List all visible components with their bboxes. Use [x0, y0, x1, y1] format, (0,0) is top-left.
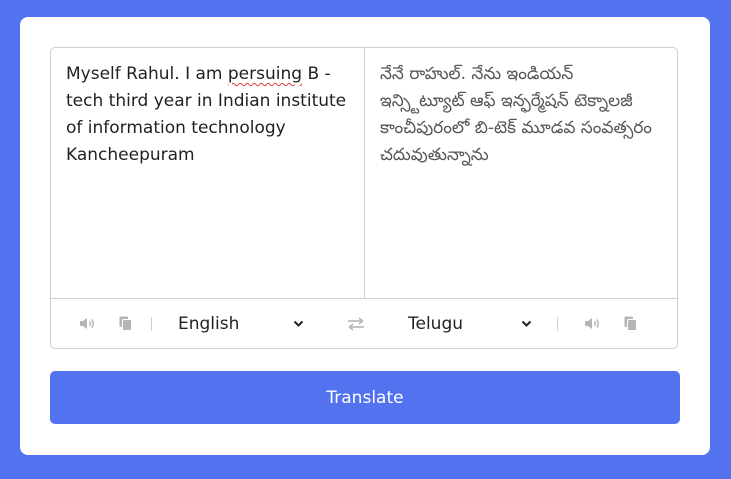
controls-bar: English Telugu	[51, 298, 677, 348]
separator	[557, 316, 558, 331]
exchange-icon[interactable]	[346, 314, 366, 334]
text-panes: Myself Rahul. I am persuing B -tech thir…	[51, 48, 677, 298]
translate-button[interactable]: Translate	[50, 371, 680, 424]
chevron-down-icon	[520, 314, 532, 334]
from-language-select[interactable]: English	[178, 314, 304, 334]
from-volume-icon[interactable]	[77, 314, 97, 334]
translator-card: Myself Rahul. I am persuing B -tech thir…	[20, 17, 710, 455]
source-text-start: Myself Rahul. I am	[66, 64, 228, 84]
to-language-select[interactable]: Telugu	[408, 314, 532, 334]
to-language-value: Telugu	[408, 313, 464, 334]
target-text: నేనే రాహుల్. నేను ఇండియన్ ఇన్స్టిట్యూట్ …	[380, 64, 652, 165]
source-misspelled-word: persuing	[227, 64, 303, 84]
to-copy-icon[interactable]	[620, 314, 640, 334]
separator	[151, 316, 152, 331]
to-volume-icon[interactable]	[582, 314, 602, 334]
chevron-down-icon	[292, 314, 304, 334]
from-language-value: English	[178, 313, 240, 334]
translator-wrapper: Myself Rahul. I am persuing B -tech thir…	[50, 47, 678, 349]
from-copy-icon[interactable]	[115, 314, 135, 334]
target-textarea[interactable]: నేనే రాహుల్. నేను ఇండియన్ ఇన్స్టిట్యూట్ …	[364, 48, 677, 298]
source-textarea[interactable]: Myself Rahul. I am persuing B -tech thir…	[51, 48, 364, 298]
